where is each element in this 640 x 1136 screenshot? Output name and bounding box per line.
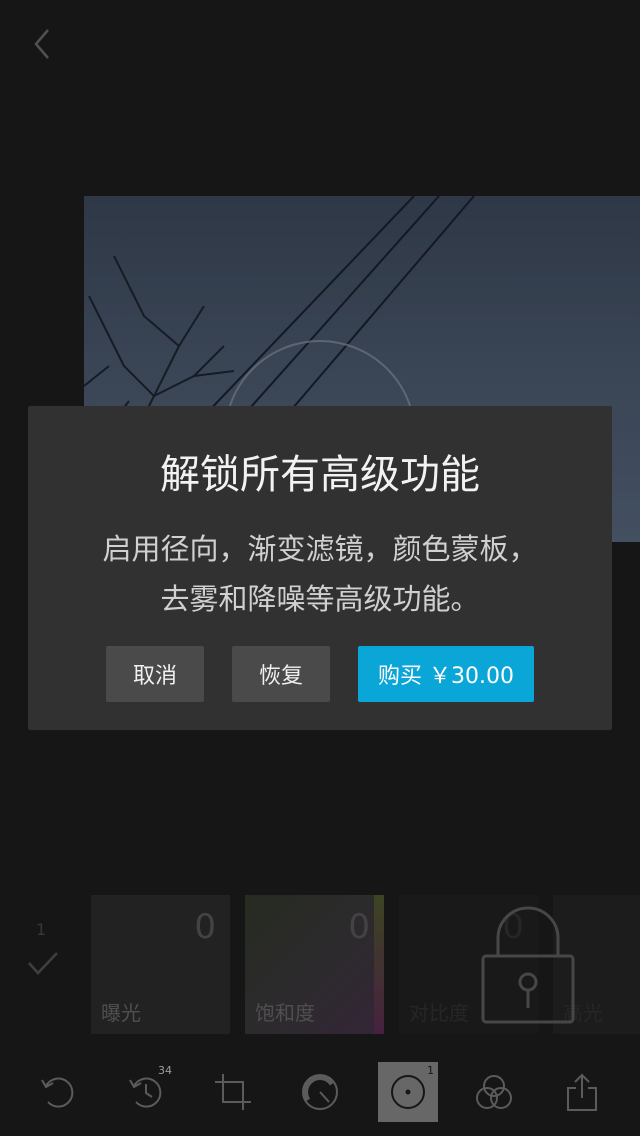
dialog-message-line-2: 去雾和降噪等高级功能。 — [160, 582, 480, 616]
buy-button[interactable]: 购买 ￥30.00 — [358, 646, 534, 702]
restore-button[interactable]: 恢复 — [232, 646, 330, 702]
dialog-message: 启用径向，渐变滤镜，颜色蒙板， 去雾和降噪等高级功能。 — [58, 524, 582, 624]
dialog-title: 解锁所有高级功能 — [160, 452, 480, 498]
dialog-message-line-1: 启用径向，渐变滤镜，颜色蒙板， — [102, 532, 538, 566]
unlock-dialog: 解锁所有高级功能 启用径向，渐变滤镜，颜色蒙板， 去雾和降噪等高级功能。 取消 … — [28, 406, 612, 730]
cancel-button[interactable]: 取消 — [106, 646, 204, 702]
